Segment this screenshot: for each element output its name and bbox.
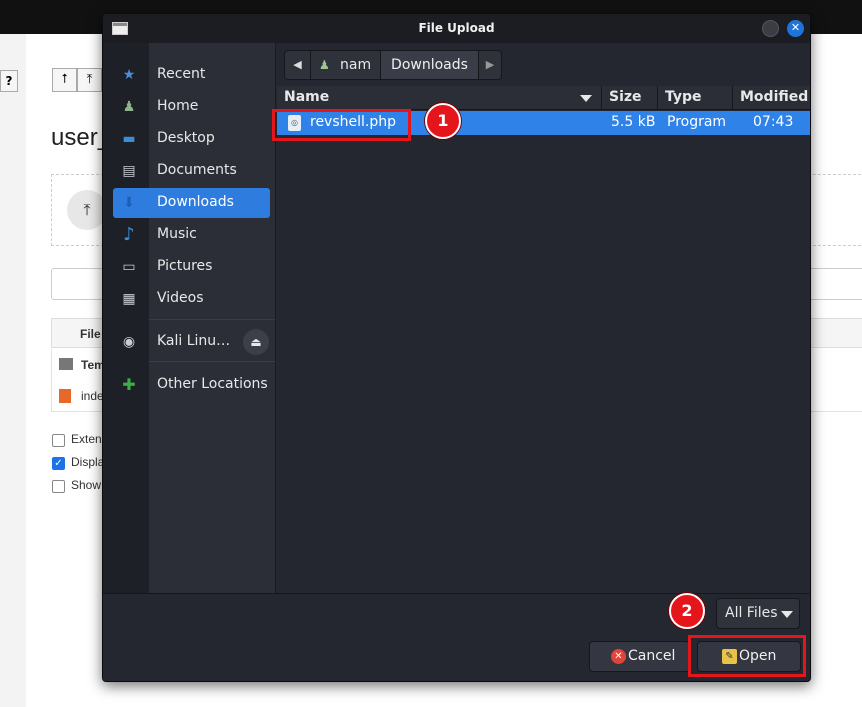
option-label: Displa — [71, 455, 105, 469]
option-label: Show — [71, 478, 102, 492]
sidebar-item-other-locations[interactable]: ✚ Other Locations — [113, 370, 270, 400]
path-current-button[interactable]: Downloads — [381, 51, 479, 79]
column-header-label: Name — [284, 89, 330, 105]
upload-circle-icon[interactable]: ⤒ — [67, 190, 107, 230]
table-header-label: File — [80, 327, 101, 341]
open-button[interactable]: ✎ Open — [697, 641, 801, 672]
home-user-icon: ♟ — [319, 58, 330, 72]
places-sidebar: ★ Recent ♟ Home ▬ Desktop ▤ Documents ⬇ … — [103, 43, 276, 593]
file-modified: 07:43 — [753, 114, 794, 130]
sidebar-item-recent[interactable]: ★ Recent — [113, 60, 270, 90]
open-file-icon: ✎ — [722, 649, 737, 664]
option-label: Exten — [71, 432, 102, 446]
sidebar-separator — [149, 361, 275, 362]
plus-icon: ✚ — [122, 375, 136, 394]
dialog-title: File Upload — [418, 21, 495, 35]
sidebar-item-label: Desktop — [157, 130, 215, 146]
path-bar: ◀ ♟ nam Downloads ▶ — [284, 50, 502, 80]
file-size: 5.5 kB — [611, 114, 656, 130]
sidebar-item-downloads[interactable]: ⬇ Downloads — [113, 188, 270, 218]
option-checkbox[interactable] — [52, 480, 65, 493]
eject-icon[interactable]: ⏏ — [243, 329, 269, 355]
annotation-step-1: 1 — [425, 103, 461, 139]
sidebar-item-videos[interactable]: ▦ Videos — [113, 284, 270, 314]
sidebar-item-label: Other Locations — [157, 376, 268, 392]
sidebar-item-music[interactable]: ♪ Music — [113, 220, 270, 250]
sidebar-item-label: Pictures — [157, 258, 213, 274]
sidebar-item-label: Documents — [157, 162, 237, 178]
column-header-type[interactable]: Type — [658, 86, 733, 110]
column-header-label: Type — [665, 89, 702, 105]
sidebar-item-desktop[interactable]: ▬ Desktop — [113, 124, 270, 154]
file-list: Name Size Type Modified ◎ revshell.php 5… — [277, 86, 810, 592]
path-forward-icon[interactable]: ▶ — [479, 51, 501, 79]
php-file-icon: ◎ — [288, 115, 301, 131]
sidebar-item-kali-drive[interactable]: ◉ Kali Linu… ⏏ — [113, 327, 270, 357]
document-icon: ▤ — [122, 163, 136, 179]
html-file-icon — [59, 389, 71, 403]
column-header-size[interactable]: Size — [602, 86, 658, 110]
dialog-titlebar[interactable]: File Upload ✕ — [103, 14, 810, 43]
annotation-step-2: 2 — [669, 593, 705, 629]
sidebar-item-home[interactable]: ♟ Home — [113, 92, 270, 122]
file-name: revshell.php — [310, 114, 397, 130]
music-icon: ♪ — [123, 224, 135, 245]
sidebar-item-label: Downloads — [157, 194, 234, 210]
column-header-label: Modified — [740, 89, 809, 105]
sidebar-item-label: Music — [157, 226, 197, 242]
cancel-label: Cancel — [628, 648, 676, 664]
option-checkbox[interactable]: ✓ — [52, 457, 65, 470]
cancel-icon: ✕ — [611, 649, 626, 664]
sidebar-item-documents[interactable]: ▤ Documents — [113, 156, 270, 186]
picture-icon: ▭ — [122, 259, 136, 275]
open-label: Open — [739, 648, 777, 664]
close-button[interactable]: ✕ — [787, 20, 804, 37]
cancel-button[interactable]: ✕ Cancel — [589, 641, 690, 672]
column-header-row: Name Size Type Modified — [277, 86, 810, 110]
up-arrow-icon[interactable]: ⭡ — [52, 68, 77, 92]
upload-icon[interactable]: ⤒ — [77, 68, 102, 92]
path-home-label: nam — [340, 57, 372, 73]
home-user-icon: ♟ — [122, 99, 136, 115]
disc-icon: ◉ — [122, 334, 136, 350]
sidebar-item-pictures[interactable]: ▭ Pictures — [113, 252, 270, 282]
folder-icon — [59, 358, 73, 370]
file-filter-label: All Files — [725, 605, 778, 621]
column-header-label: Size — [609, 89, 642, 105]
sidebar-item-label: Home — [157, 98, 199, 114]
file-row-revshell[interactable]: ◎ revshell.php 5.5 kB Program 07:43 — [277, 111, 810, 135]
chevron-down-icon — [781, 611, 793, 618]
row-label: inde — [81, 389, 104, 403]
help-button[interactable]: ? — [0, 70, 18, 92]
sidebar-item-label: Videos — [157, 290, 204, 306]
file-filter-dropdown[interactable]: All Files — [716, 598, 800, 629]
minimize-button[interactable] — [762, 20, 779, 37]
sidebar-item-label: Recent — [157, 66, 206, 82]
desktop-icon: ▬ — [122, 131, 136, 147]
sidebar-separator — [149, 319, 275, 320]
path-back-icon[interactable]: ◀ — [285, 51, 311, 79]
column-header-modified[interactable]: Modified — [733, 86, 810, 110]
option-checkbox[interactable] — [52, 434, 65, 447]
video-icon: ▦ — [122, 291, 136, 307]
path-home-button[interactable]: ♟ nam — [311, 51, 381, 79]
sort-descending-icon — [580, 95, 592, 102]
sidebar-item-label: Kali Linu… — [157, 333, 231, 349]
star-icon: ★ — [122, 67, 136, 83]
file-type: Program — [667, 114, 727, 130]
download-icon: ⬇ — [123, 195, 135, 211]
